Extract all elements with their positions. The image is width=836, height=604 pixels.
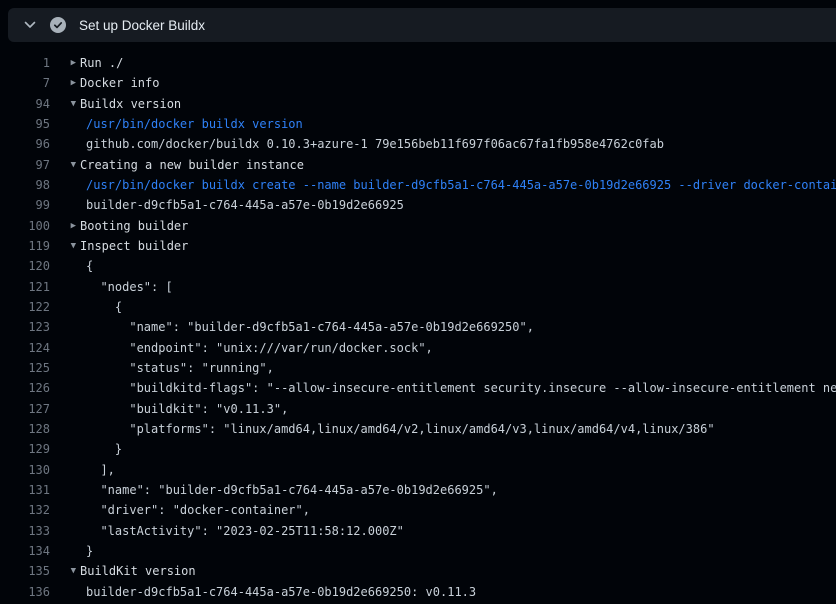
group-title: Creating a new builder instance [80,158,304,172]
triangle-right-icon[interactable]: ▶ [50,73,80,93]
log-group-row[interactable]: 135▼BuildKit version [0,561,836,581]
line-number[interactable]: 127 [0,402,50,416]
check-circle-icon [50,17,66,33]
line-number[interactable]: 94 [0,97,50,111]
line-number[interactable]: 120 [0,259,50,273]
line-number[interactable]: 124 [0,341,50,355]
log-text: "name": "builder-d9cfb5a1-c764-445a-a57e… [80,483,498,497]
log-text: builder-d9cfb5a1-c764-445a-a57e-0b19d2e6… [80,585,476,599]
line-number[interactable]: 1 [0,56,50,70]
log-text: "name": "builder-d9cfb5a1-c764-445a-a57e… [80,320,534,334]
triangle-down-icon[interactable]: ▼ [50,561,80,581]
log-group-row[interactable]: 119▼Inspect builder [0,236,836,256]
line-number[interactable]: 122 [0,300,50,314]
line-number[interactable]: 99 [0,198,50,212]
group-title: Booting builder [80,219,188,233]
step-title: Set up Docker Buildx [79,18,205,33]
line-number[interactable]: 121 [0,280,50,294]
log-text: } [80,544,93,558]
log-line: 136 builder-d9cfb5a1-c764-445a-a57e-0b19d… [0,582,836,602]
log-text: { [80,259,93,273]
workflow-log-page: Set up Docker Buildx 1▶Run ./7▶Docker in… [0,8,836,602]
log-line: 129 } [0,439,836,459]
line-number[interactable]: 98 [0,178,50,192]
line-number[interactable]: 129 [0,442,50,456]
command-text: /usr/bin/docker buildx create --name bui… [80,178,836,192]
log-line: 123 "name": "builder-d9cfb5a1-c764-445a-… [0,317,836,337]
triangle-down-icon[interactable]: ▼ [50,236,80,256]
log-line: 133 "lastActivity": "2023-02-25T11:58:12… [0,521,836,541]
line-number[interactable]: 7 [0,76,50,90]
log-text: builder-d9cfb5a1-c764-445a-a57e-0b19d2e6… [80,198,404,212]
line-number[interactable]: 125 [0,361,50,375]
log-line: 98/usr/bin/docker buildx create --name b… [0,175,836,195]
command-text: /usr/bin/docker buildx version [80,117,303,131]
line-number[interactable]: 95 [0,117,50,131]
log-text: "driver": "docker-container", [80,503,310,517]
log-text: "status": "running", [80,361,274,375]
log-line: 125 "status": "running", [0,358,836,378]
line-number[interactable]: 136 [0,585,50,599]
step-header[interactable]: Set up Docker Buildx [8,8,836,42]
log-text: ], [80,463,115,477]
log-line: 134} [0,541,836,561]
log-line: 128 "platforms": "linux/amd64,linux/amd6… [0,419,836,439]
log-text: github.com/docker/buildx 0.10.3+azure-1 … [80,137,664,151]
line-number[interactable]: 128 [0,422,50,436]
log-text: "buildkitd-flags": "--allow-insecure-ent… [80,381,836,395]
log-line: 96 github.com/docker/buildx 0.10.3+azure-… [0,134,836,154]
log-lines: 1▶Run ./7▶Docker info94▼Buildx version95… [0,42,836,602]
line-number[interactable]: 119 [0,239,50,253]
triangle-right-icon[interactable]: ▶ [50,216,80,236]
line-number[interactable]: 134 [0,544,50,558]
group-title: Inspect builder [80,239,188,253]
log-group-row[interactable]: 97▼Creating a new builder instance [0,155,836,175]
log-text: "lastActivity": "2023-02-25T11:58:12.000… [80,524,404,538]
log-group-row[interactable]: 100▶Booting builder [0,216,836,236]
chevron-down-icon[interactable] [24,21,36,29]
group-title: Run ./ [80,56,123,70]
log-text: "endpoint": "unix:///var/run/docker.sock… [80,341,433,355]
line-number[interactable]: 135 [0,564,50,578]
log-line: 127 "buildkit": "v0.11.3", [0,399,836,419]
line-number[interactable]: 132 [0,503,50,517]
log-line: 132 "driver": "docker-container", [0,500,836,520]
log-text: { [80,300,122,314]
line-number[interactable]: 97 [0,158,50,172]
log-text: "buildkit": "v0.11.3", [80,402,288,416]
log-line: 131 "name": "builder-d9cfb5a1-c764-445a-… [0,480,836,500]
log-line: 121 "nodes": [ [0,277,836,297]
line-number[interactable]: 130 [0,463,50,477]
group-title: Buildx version [80,97,181,111]
group-title: Docker info [80,76,159,90]
log-line: 126 "buildkitd-flags": "--allow-insecure… [0,378,836,398]
line-number[interactable]: 96 [0,137,50,151]
line-number[interactable]: 123 [0,320,50,334]
log-group-row[interactable]: 1▶Run ./ [0,53,836,73]
log-line: 122 { [0,297,836,317]
log-group-row[interactable]: 94▼Buildx version [0,94,836,114]
line-number[interactable]: 126 [0,381,50,395]
log-group-row[interactable]: 7▶Docker info [0,73,836,93]
triangle-right-icon[interactable]: ▶ [50,53,80,73]
log-line: 130 ], [0,460,836,480]
line-number[interactable]: 131 [0,483,50,497]
log-line: 124 "endpoint": "unix:///var/run/docker.… [0,338,836,358]
log-line: 95/usr/bin/docker buildx version [0,114,836,134]
triangle-down-icon[interactable]: ▼ [50,94,80,114]
log-line: 120 { [0,256,836,276]
log-text: } [80,442,122,456]
line-number[interactable]: 133 [0,524,50,538]
line-number[interactable]: 100 [0,219,50,233]
triangle-down-icon[interactable]: ▼ [50,155,80,175]
group-title: BuildKit version [80,564,196,578]
log-line: 99 builder-d9cfb5a1-c764-445a-a57e-0b19d2… [0,195,836,215]
log-text: "nodes": [ [80,280,173,294]
log-text: "platforms": "linux/amd64,linux/amd64/v2… [80,422,715,436]
